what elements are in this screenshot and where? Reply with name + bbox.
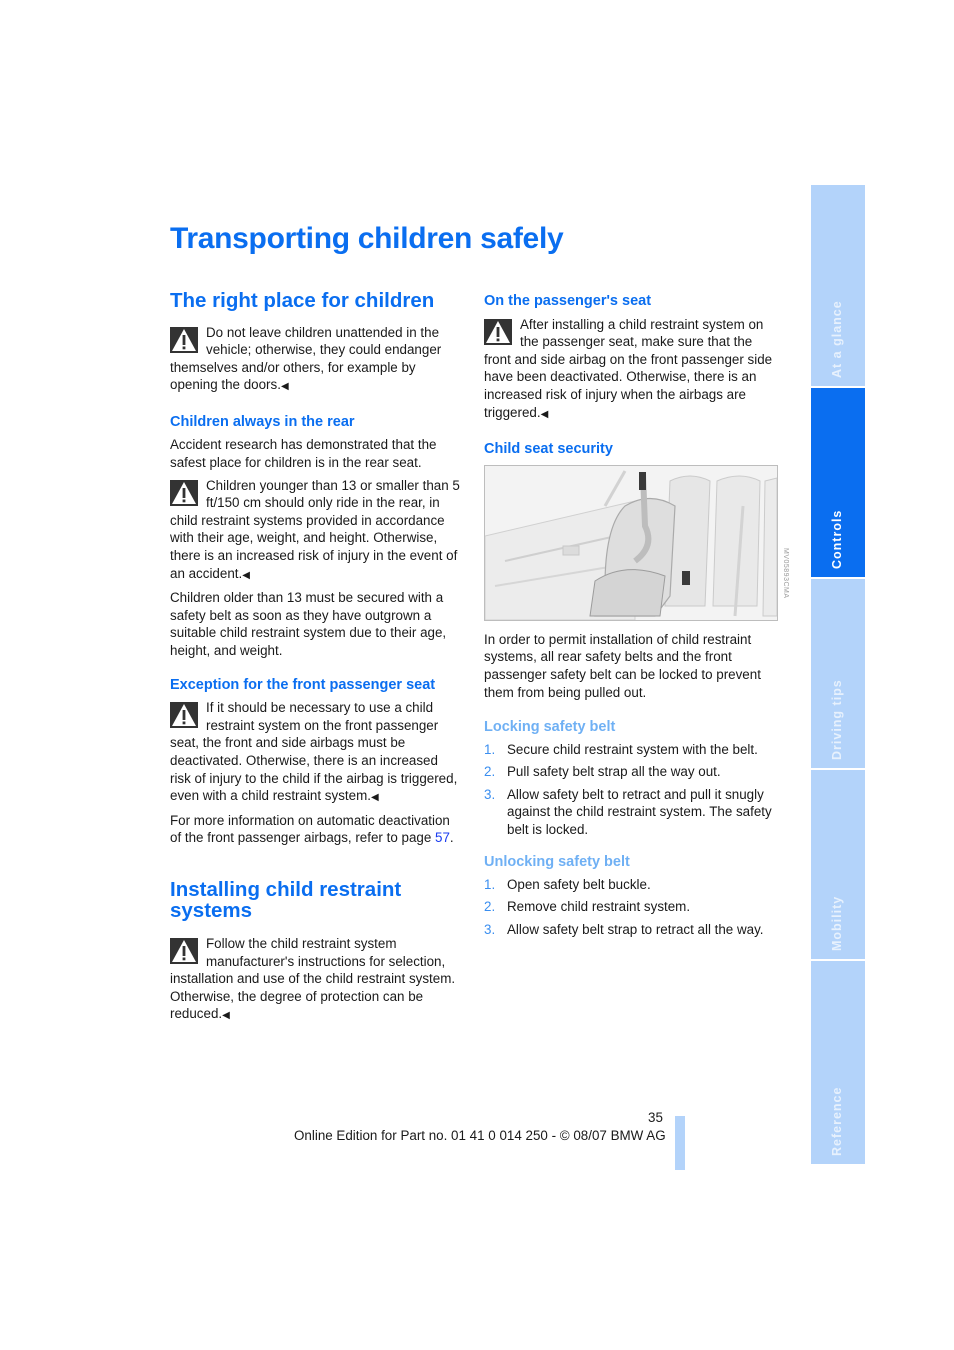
warning-text: Children younger than 13 or smaller than…	[170, 477, 460, 581]
tab-label: Reference	[830, 1086, 844, 1156]
step-number: 1.	[484, 876, 496, 892]
warning-block: Do not leave children unattended in the …	[170, 324, 462, 396]
tab-controls[interactable]: Controls	[811, 388, 865, 577]
warning-text: If it should be necessary to use a child…	[170, 700, 458, 804]
warning-block: Follow the child restraint system manufa…	[170, 935, 462, 1025]
warning-triangle-icon	[484, 318, 512, 345]
step-text: Open safety belt buckle.	[507, 876, 651, 892]
end-mark-icon: ◀	[242, 569, 250, 581]
tab-reference[interactable]: Reference	[811, 961, 865, 1164]
warning-text: After installing a child restraint syste…	[484, 316, 773, 420]
subheading-front-passenger-exception: Exception for the front passenger seat	[170, 676, 436, 693]
section-title-installing: Installing child restraint systems	[170, 877, 402, 923]
tab-label: Controls	[830, 509, 844, 569]
step-number: 1.	[484, 741, 496, 757]
subheading-children-rear: Children always in the rear	[170, 413, 355, 430]
footer-edition-text: Online Edition for Part no. 01 41 0 014 …	[294, 1128, 666, 1143]
step-text: Pull safety belt strap all the way out.	[507, 764, 721, 780]
chapter-tabs: At a glance Controls Driving tips Mobili…	[811, 185, 865, 1166]
page-number: 35	[648, 1110, 663, 1125]
warning-block: If it should be necessary to use a child…	[170, 699, 462, 807]
paragraph: In order to permit installation of child…	[484, 631, 761, 700]
child-seat-drawing	[485, 465, 777, 620]
warning-text: Follow the child restraint system manufa…	[170, 935, 456, 1022]
tab-label: Driving tips	[830, 679, 844, 760]
list-item: 1. Open safety belt buckle.	[484, 876, 776, 894]
warning-triangle-icon	[170, 479, 198, 506]
warning-triangle-icon	[170, 937, 198, 964]
step-text: Allow safety belt strap to retract all t…	[507, 921, 764, 937]
subheading-passenger-seat: On the passenger's seat	[484, 293, 652, 309]
left-column: The right place for children Do not leav…	[170, 290, 462, 1025]
warning-triangle-icon	[170, 702, 198, 729]
paragraph: Accident research has demonstrated that …	[170, 437, 437, 471]
list-item: 2. Pull safety belt strap all the way out…	[484, 763, 776, 781]
paragraph: For more information on automatic deacti…	[170, 812, 462, 847]
warning-block: After installing a child restraint syste…	[484, 316, 776, 424]
step-number: 3.	[484, 786, 496, 802]
end-mark-icon: ◀	[540, 408, 549, 420]
subheading-child-seat-security: Child seat security	[484, 441, 613, 458]
step-text: Remove child restraint system.	[507, 899, 691, 915]
end-mark-icon: ◀	[222, 1010, 230, 1022]
figure-code: MV05893CMA	[782, 548, 789, 599]
tab-mobility[interactable]: Mobility	[811, 770, 865, 959]
list-item: 3. Allow safety belt strap to retract all…	[484, 921, 776, 939]
tab-at-a-glance[interactable]: At a glance	[811, 185, 865, 386]
tab-label: At a glance	[830, 300, 844, 378]
end-mark-icon: ◀	[280, 381, 289, 393]
tab-driving-tips[interactable]: Driving tips	[811, 579, 865, 768]
page-title: Transporting children safely	[170, 222, 564, 255]
end-mark-icon: ◀	[370, 792, 379, 804]
unlocking-steps-list: 1. Open safety belt buckle. 2. Remove chil…	[484, 876, 776, 938]
section-title-right-place: The right place for children	[170, 289, 435, 312]
step-text: Secure child restraint system with the b…	[507, 741, 758, 757]
subheading-unlocking-belt: Unlocking safety belt	[484, 854, 630, 871]
locking-steps-list: 1. Secure child restraint system with the…	[484, 741, 776, 839]
child-seat-illustration	[484, 464, 778, 621]
page-link[interactable]: 57	[435, 830, 450, 845]
warning-text: Do not leave children unattended in the …	[170, 324, 442, 393]
warning-block: Children younger than 13 or smaller than…	[170, 477, 462, 585]
right-column: On the passenger's seat After installing…	[484, 290, 778, 943]
paragraph: Children older than 13 must be secured w…	[170, 590, 447, 658]
footer-bar	[675, 1116, 685, 1170]
paragraph-text: .	[449, 830, 454, 846]
list-item: 3. Allow safety belt to retract and pull …	[484, 786, 776, 839]
tab-label: Mobility	[830, 895, 844, 951]
list-item: 1. Secure child restraint system with the…	[484, 741, 776, 759]
paragraph-text: For more information on automatic deacti…	[170, 812, 450, 846]
subheading-locking-belt: Locking safety belt	[484, 719, 616, 736]
step-number: 2.	[484, 764, 496, 780]
list-item: 2. Remove child restraint system.	[484, 898, 776, 916]
warning-triangle-icon	[170, 326, 198, 353]
step-number: 2.	[484, 899, 496, 915]
step-text: Allow safety belt to retract and pull it…	[507, 786, 772, 837]
step-number: 3.	[484, 921, 496, 937]
